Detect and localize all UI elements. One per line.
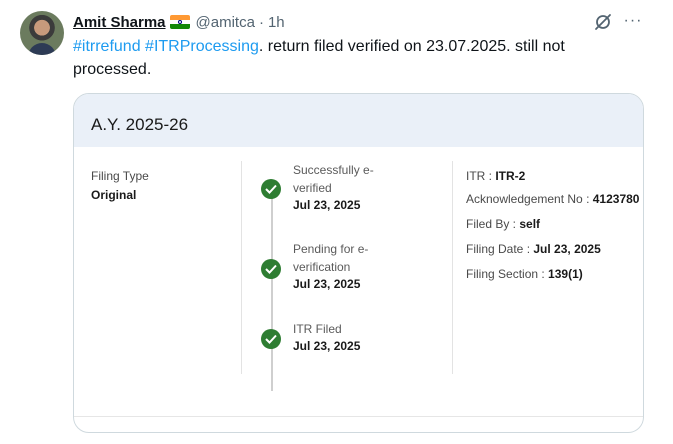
filed-by-row: Filed By : self [466, 217, 541, 231]
filing-type-value: Original [91, 188, 137, 202]
post-text: #itrrefund #ITRProcessing. return filed … [73, 35, 643, 81]
more-options-icon[interactable]: ··· [623, 11, 643, 31]
step-title: Pending for e-verification [293, 242, 369, 274]
acknowledgement-row: Acknowledgement No : 4123780 [466, 192, 640, 206]
divider-left [241, 161, 242, 374]
itr-status-panel: Filing Type Original Successfully e-veri… [74, 147, 643, 416]
step-date: Jul 23, 2025 [293, 198, 361, 212]
post-header: Amit Sharma @amitca · 1h [73, 12, 285, 32]
post-time[interactable]: 1h [268, 14, 285, 31]
card-footer-divider [74, 416, 643, 417]
step-title: ITR Filed [293, 322, 342, 336]
divider-right [452, 161, 453, 374]
filing-date-row: Filing Date : Jul 23, 2025 [466, 242, 601, 256]
check-circle-icon [261, 259, 281, 279]
author-name[interactable]: Amit Sharma [73, 14, 166, 31]
grok-icon[interactable] [593, 12, 613, 32]
check-circle-icon [261, 179, 281, 199]
timeline-line [271, 191, 273, 391]
assessment-year-title: A.Y. 2025-26 [91, 115, 189, 134]
attached-image-card[interactable]: A.Y. 2025-26 Filing Type Original Succes… [73, 93, 644, 433]
hashtag-itrrefund[interactable]: #itrrefund [73, 38, 141, 55]
filing-section-row: Filing Section : 139(1) [466, 267, 583, 281]
hashtag-itrprocessing[interactable]: #ITRProcessing [145, 38, 259, 55]
card-header: A.Y. 2025-26 [74, 94, 643, 147]
author-handle[interactable]: @amitca [196, 14, 255, 31]
step-date: Jul 23, 2025 [293, 339, 361, 353]
separator-dot: · [258, 13, 264, 31]
step-date: Jul 23, 2025 [293, 277, 361, 291]
step-title: Successfully e-verified [293, 163, 374, 195]
india-flag-icon [169, 15, 190, 29]
itr-form-row: ITR : ITR-2 [466, 169, 526, 183]
check-circle-icon [261, 329, 281, 349]
author-avatar[interactable] [20, 11, 64, 55]
filing-type-label: Filing Type [91, 169, 149, 183]
